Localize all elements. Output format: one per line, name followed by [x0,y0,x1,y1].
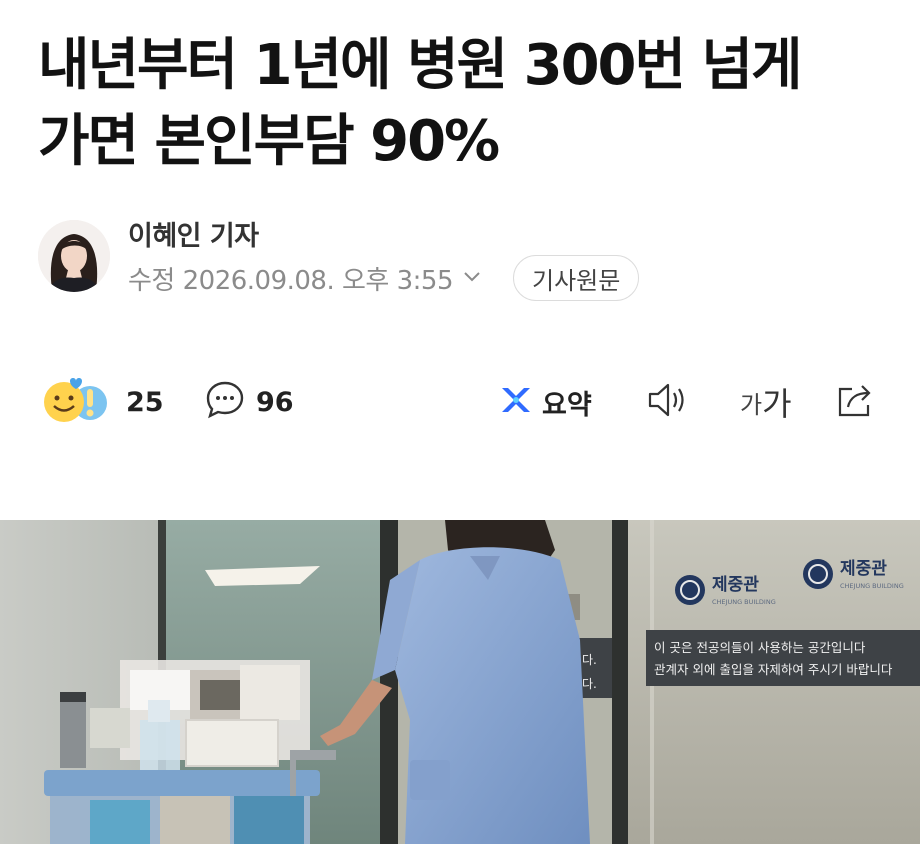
reaction-button[interactable]: 25 [40,372,164,432]
notice-line-1: 이 곳은 전공의들이 사용하는 공간입니다 [654,640,866,655]
original-article-button[interactable]: 기사원문 [513,255,640,301]
summary-logo-icon [498,382,534,422]
reaction-count: 25 [126,386,164,418]
notice-line-2: 관계자 외에 출입을 자제하여 주시기 바랍니다 [654,662,893,677]
reporter-name[interactable]: 이혜인 기자 [128,214,259,253]
svg-text:CHEJUNG BUILDING: CHEJUNG BUILDING [712,598,776,606]
svg-text:제중관: 제중관 [840,559,887,579]
comment-icon [204,379,246,425]
article-photo[interactable]: 제중관 CHEJUNG BUILDING 제중관 CHEJUNG BUILDIN… [0,520,920,844]
summary-label: 요약 [542,389,592,421]
article-headline: 내년부터 1년에 병원 300번 넘게 가면 본인부담 90% [38,28,888,180]
text-to-speech-button[interactable] [644,372,690,432]
updated-timestamp: 수정 2026.09.08. 오후 3:55 [128,265,454,296]
speaker-icon [644,379,690,425]
font-size-large-label: 가 [762,385,792,423]
headline-line-1: 내년부터 1년에 병원 300번 넘게 [38,33,803,98]
font-size-button[interactable]: 가가 [740,372,792,432]
svg-text:다.: 다. [582,677,597,691]
svg-text:CHEJUNG BUILDING: CHEJUNG BUILDING [840,582,904,590]
font-size-small-label: 가 [740,390,763,419]
reporter-avatar[interactable] [38,220,110,292]
share-button[interactable] [834,372,878,432]
byline-meta: 수정 2026.09.08. 오후 3:55 기사원문 [128,255,640,301]
svg-text:제중관: 제중관 [712,575,759,595]
svg-text:다.: 다. [582,653,597,667]
share-icon [834,379,878,425]
comment-count: 96 [256,386,294,418]
chevron-down-icon[interactable] [453,265,483,291]
headline-line-2: 가면 본인부담 90% [38,109,500,174]
summary-button[interactable]: 요약 [498,372,592,432]
action-bar: 25 96 요약 가 가 [40,372,882,432]
comment-button[interactable]: 96 [204,372,294,432]
article-page: 내년부터 1년에 병원 300번 넘게 가면 본인부담 90% 이혜인 기자 수… [0,0,920,844]
reaction-emoji-icon [40,375,116,429]
